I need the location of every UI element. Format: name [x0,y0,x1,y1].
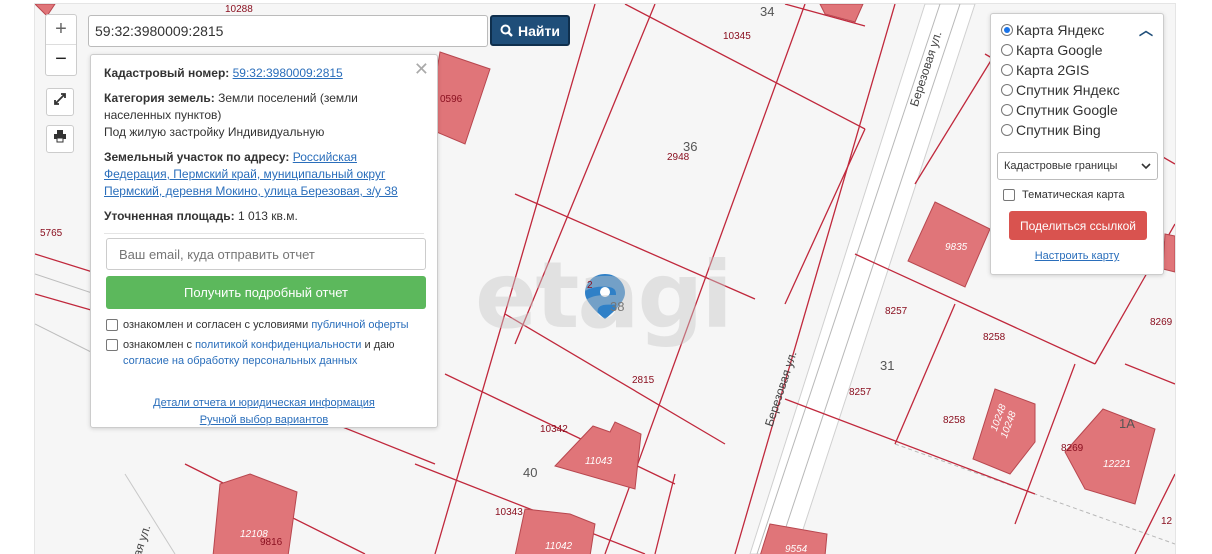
manual-selection-link[interactable]: Ручной выбор вариантов [104,412,424,429]
offer-agreement-text: ознакомлен и согласен с условиями публич… [123,317,409,333]
privacy-agreement-mid: и даю [364,339,395,351]
thematic-map-checkbox[interactable] [1003,189,1015,201]
public-offer-link[interactable]: публичной оферты [311,319,408,331]
overlay-select[interactable]: Кадастровые границы [997,152,1158,180]
parcel-info-panel: ✕ Кадастровый номер: 59:32:3980009:2815 … [90,54,438,428]
layer-option-label: Карта 2GIS [1016,62,1090,78]
cadastral-number-link[interactable]: 59:32:3980009:2815 [233,66,343,80]
layer-option-yandex-satellite[interactable]: Спутник Яндекс [1001,80,1153,100]
layer-option-label: Карта Яндекс [1016,22,1105,38]
personal-data-consent-link[interactable]: согласие на обработку персональных данны… [123,355,357,367]
parcel-number: 8269 [1150,317,1173,328]
close-icon[interactable]: ✕ [414,59,429,80]
parcel-number: 8269 [1061,443,1084,454]
print-button[interactable] [46,125,74,153]
parcel-number: 34 [760,4,775,19]
land-category-label: Категория земель: [104,91,215,105]
parcel-number: 2815 [632,375,655,386]
land-category-row: Категория земель: Земли поселений (земли… [104,90,424,141]
share-link-button[interactable]: Поделиться ссылкой [1009,211,1147,240]
radio-button[interactable] [1001,124,1013,136]
offer-agreement-prefix: ознакомлен и согласен с условиями [123,319,309,331]
layer-option-label: Спутник Google [1016,102,1118,118]
privacy-agreement-row: ознакомлен с политикой конфиденциальност… [104,337,424,369]
thematic-map-row: Тематическая карта [1001,189,1153,201]
parcel-number: 10345 [723,31,751,42]
chevron-down-icon [1141,162,1151,169]
layer-option-label: Спутник Яндекс [1016,82,1120,98]
land-usage-value: Под жилую застройку Индивидуальную [104,125,325,139]
radio-button[interactable] [1001,84,1013,96]
parcel-number: 9835 [945,242,968,253]
parcel-number: 11043 [585,456,613,467]
parcel-number: 12 [1161,516,1173,527]
cadastral-number-row: Кадастровый номер: 59:32:3980009:2815 [104,65,424,82]
layer-option-bing-satellite[interactable]: Спутник Bing [1001,120,1153,140]
layer-option-label: Карта Google [1016,42,1103,58]
parcel-number: 8258 [983,332,1006,343]
parcel-number: 11042 [545,541,573,552]
parcel-number: 40 [523,465,538,480]
expand-arrows-icon [54,93,66,105]
parcel-number: 10342 [540,424,568,435]
radio-button[interactable] [1001,64,1013,76]
cadastral-number-label: Кадастровый номер: [104,66,230,80]
thematic-map-label: Тематическая карта [1022,189,1125,201]
watermark-etagi: etagi [475,242,733,349]
area-row: Уточненная площадь: 1 013 кв.м. [104,208,424,234]
parcel-number: 8258 [943,415,966,426]
printer-icon [54,130,66,143]
parcel-number: 2948 [667,152,690,163]
zoom-in-button[interactable]: + [46,15,76,44]
area-label: Уточненная площадь: [104,209,235,223]
privacy-agreement-text: ознакомлен с политикой конфиденциальност… [123,337,424,369]
fullscreen-button[interactable] [46,88,74,116]
road-edge [776,4,961,554]
get-report-button[interactable]: Получить подробный отчет [106,276,426,309]
radio-button[interactable] [1001,44,1013,56]
layer-option-2gis-map[interactable]: Карта 2GIS [1001,60,1153,80]
parcel-number: 12221 [1103,459,1131,470]
configure-map-link[interactable]: Настроить карту [1001,250,1153,262]
map-layers-panel: ︿ Карта Яндекс Карта Google Карта 2GIS С… [990,13,1164,275]
layer-option-yandex-map[interactable]: Карта Яндекс [1001,20,1153,40]
layer-option-label: Спутник Bing [1016,122,1101,138]
offer-agreement-checkbox[interactable] [106,319,118,331]
parcel-number: 10343 [495,507,523,518]
parcel-number: 8257 [849,387,872,398]
zoom-control: + − [45,14,77,76]
cadastral-search-input[interactable] [88,15,488,47]
parcel-number: 8257 [885,306,908,317]
zoom-out-button[interactable]: − [46,44,76,74]
layer-option-google-map[interactable]: Карта Google [1001,40,1153,60]
search-button-label: Найти [518,22,560,39]
parcel-number: 10288 [225,4,253,15]
parcel-number: 31 [880,358,895,373]
email-field[interactable] [106,238,426,270]
layer-option-google-satellite[interactable]: Спутник Google [1001,100,1153,120]
overlay-select-value: Кадастровые границы [1004,160,1118,172]
parcel-number: 9816 [260,537,283,548]
address-row: Земельный участок по адресу: Российская … [104,149,424,200]
privacy-agreement-prefix: ознакомлен с [123,339,193,351]
offer-agreement-row: ознакомлен и согласен с условиями публич… [104,317,424,333]
privacy-agreement-checkbox[interactable] [106,339,118,351]
search-button[interactable]: Найти [490,15,570,46]
chevron-up-icon[interactable]: ︿ [1139,20,1153,40]
search-icon [500,24,513,37]
road-edge [124,473,176,554]
radio-button[interactable] [1001,24,1013,36]
parcel-number: 38 [610,299,625,314]
parcel-number: 2 [587,280,593,291]
report-details-link[interactable]: Детали отчета и юридическая информация [104,395,424,412]
address-label: Земельный участок по адресу: [104,150,290,164]
privacy-policy-link[interactable]: политикой конфиденциальности [195,339,361,351]
radio-button[interactable] [1001,104,1013,116]
parcel-number: 1A [1119,416,1135,431]
map-layer-list: Карта Яндекс Карта Google Карта 2GIS Спу… [1001,20,1153,140]
parcel-number: 0596 [440,94,463,105]
area-value: 1 013 кв.м. [237,209,298,223]
parcel-number: 5765 [40,228,63,239]
